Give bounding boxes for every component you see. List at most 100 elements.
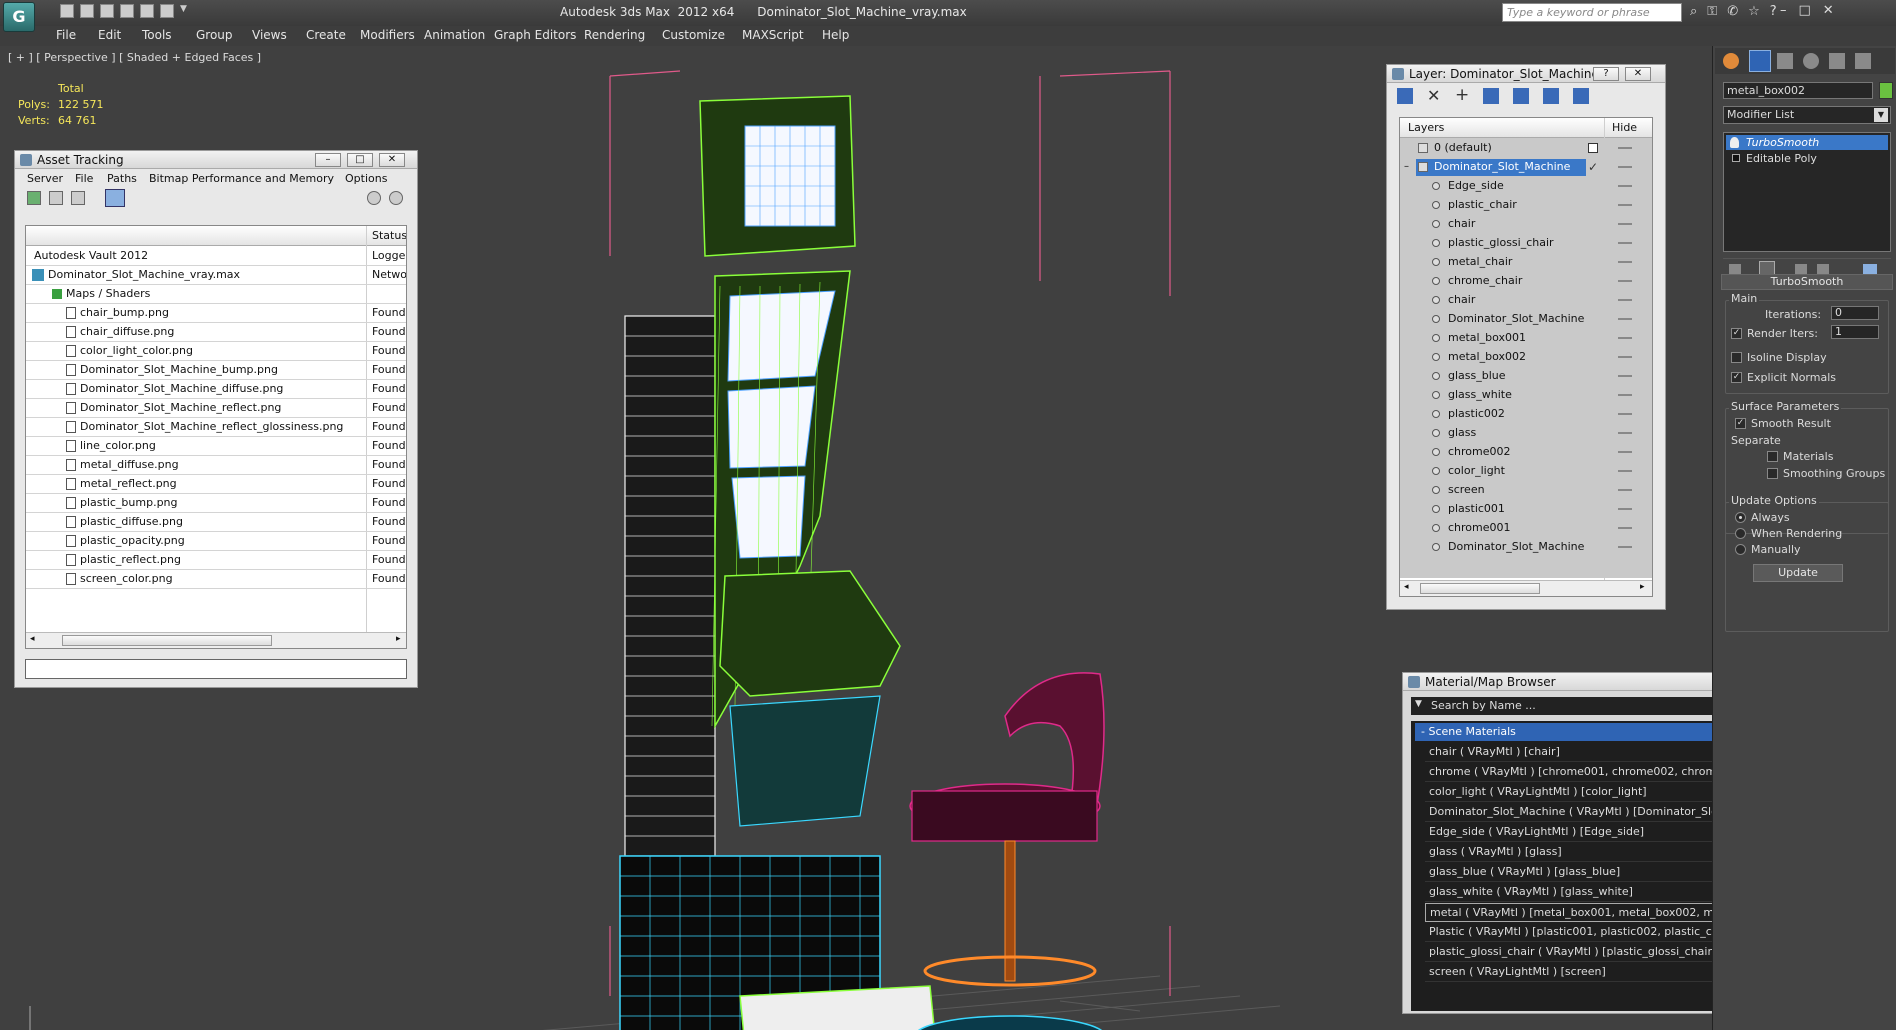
- asset-file-row[interactable]: plastic_reflect.png Found: [26, 551, 406, 570]
- expand-icon[interactable]: [1732, 154, 1740, 162]
- menu-tools[interactable]: Tools: [142, 28, 172, 42]
- col-status[interactable]: Status: [372, 229, 406, 242]
- layer-object-row[interactable]: chair: [1400, 291, 1652, 310]
- favorites-icon[interactable]: ☆: [1748, 4, 1760, 19]
- asset-hscrollbar[interactable]: ◂ ▸: [26, 632, 406, 648]
- scroll-left-icon[interactable]: ◂: [1404, 582, 1409, 592]
- asset-file-row[interactable]: plastic_diffuse.png Found: [26, 513, 406, 532]
- chevron-down-icon[interactable]: ▼: [180, 4, 187, 18]
- freeze-all-icon[interactable]: [1573, 88, 1589, 104]
- render-iters-spinner[interactable]: 1: [1831, 325, 1879, 339]
- asset-file-row[interactable]: Dominator_Slot_Machine_diffuse.png Found: [26, 380, 406, 399]
- layer-manager-title-bar[interactable]: Layer: Dominator_Slot_Machine ? ✕: [1387, 65, 1665, 83]
- close-button[interactable]: ✕: [1625, 67, 1651, 81]
- layer-object-row[interactable]: Edge_side: [1400, 177, 1652, 196]
- separate-materials-checkbox[interactable]: [1767, 451, 1778, 462]
- hide-toggle[interactable]: [1618, 185, 1632, 187]
- close-button[interactable]: ✕: [379, 153, 405, 167]
- menu-options[interactable]: Options: [345, 172, 387, 185]
- layer-row-default[interactable]: 0 (default): [1400, 139, 1652, 158]
- stack-item-editable-poly[interactable]: Editable Poly: [1726, 151, 1888, 166]
- modify-tab-icon[interactable]: [1749, 50, 1771, 72]
- undo-icon[interactable]: [120, 4, 134, 18]
- layer-object-row[interactable]: color_light: [1400, 462, 1652, 481]
- hide-toggle[interactable]: [1618, 337, 1632, 339]
- app-logo-icon[interactable]: G: [3, 2, 35, 32]
- layer-object-row[interactable]: glass_blue: [1400, 367, 1652, 386]
- display-tab-icon[interactable]: [1829, 53, 1845, 69]
- layer-object-row[interactable]: Dominator_Slot_Machine: [1400, 538, 1652, 557]
- layer-object-row[interactable]: screen: [1400, 481, 1652, 500]
- col-hide[interactable]: Hide: [1612, 121, 1637, 134]
- asset-tracking-title-bar[interactable]: Asset Tracking – □ ✕: [15, 151, 417, 169]
- render-iters-checkbox[interactable]: ✓: [1731, 328, 1742, 339]
- manually-radio[interactable]: [1735, 544, 1746, 555]
- layer-object-row[interactable]: glass_white: [1400, 386, 1652, 405]
- object-color-swatch[interactable]: [1879, 82, 1893, 99]
- isoline-display-checkbox[interactable]: [1731, 352, 1742, 363]
- new-file-icon[interactable]: [60, 4, 74, 18]
- utilities-tab-icon[interactable]: [1855, 53, 1871, 69]
- refresh-icon[interactable]: [27, 191, 41, 205]
- hide-toggle[interactable]: [1618, 470, 1632, 472]
- layer-object-row[interactable]: chrome002: [1400, 443, 1652, 462]
- layer-object-row[interactable]: glass: [1400, 424, 1652, 443]
- menu-maxscript[interactable]: MAXScript: [742, 28, 804, 42]
- thumbnail-view-icon[interactable]: [71, 191, 85, 205]
- save-file-icon[interactable]: [100, 4, 114, 18]
- search-field[interactable]: Type a keyword or phrase: [1502, 3, 1682, 22]
- hierarchy-tab-icon[interactable]: [1777, 53, 1793, 69]
- asset-file-row[interactable]: Dominator_Slot_Machine_reflect.png Found: [26, 399, 406, 418]
- separate-smoothing-checkbox[interactable]: [1767, 468, 1778, 479]
- menu-file[interactable]: File: [75, 172, 93, 185]
- layer-object-row[interactable]: chair: [1400, 215, 1652, 234]
- motion-tab-icon[interactable]: [1803, 53, 1819, 69]
- menu-customize[interactable]: Customize: [662, 28, 725, 42]
- menu-views[interactable]: Views: [252, 28, 287, 42]
- new-layer-icon[interactable]: [1397, 88, 1413, 104]
- asset-file-row[interactable]: plastic_bump.png Found: [26, 494, 406, 513]
- hide-toggle[interactable]: [1618, 280, 1632, 282]
- asset-file-row[interactable]: chair_bump.png Found: [26, 304, 406, 323]
- always-radio[interactable]: [1735, 512, 1746, 523]
- layer-hscrollbar[interactable]: ◂ ▸: [1400, 580, 1652, 596]
- asset-row-maps[interactable]: Maps / Shaders: [26, 285, 406, 304]
- minimize-icon[interactable]: –: [1780, 3, 1787, 18]
- menu-help[interactable]: Help: [822, 28, 849, 42]
- material-search-input[interactable]: Search by Name ...: [1431, 699, 1536, 712]
- menu-group[interactable]: Group: [196, 28, 233, 42]
- communication-icon[interactable]: ✆: [1727, 4, 1738, 19]
- help-icon[interactable]: ?: [1770, 4, 1777, 19]
- hide-toggle[interactable]: [1618, 242, 1632, 244]
- layer-row-active[interactable]: – Dominator_Slot_Machine ✓: [1400, 158, 1652, 177]
- asset-file-row[interactable]: metal_reflect.png Found: [26, 475, 406, 494]
- binoculars-icon[interactable]: ⌕: [1690, 4, 1697, 19]
- layer-object-row[interactable]: metal_box001: [1400, 329, 1652, 348]
- asset-file-row[interactable]: Dominator_Slot_Machine_reflect_glossines…: [26, 418, 406, 437]
- menu-create[interactable]: Create: [306, 28, 346, 42]
- asset-row-max-file[interactable]: Dominator_Slot_Machine_vray.max Network: [26, 266, 406, 285]
- menu-bitmap-performance[interactable]: Bitmap Performance and Memory: [149, 172, 334, 185]
- layer-object-row[interactable]: metal_chair: [1400, 253, 1652, 272]
- hide-toggle[interactable]: [1618, 546, 1632, 548]
- menu-graph-editors[interactable]: Graph Editors: [494, 28, 576, 42]
- close-icon[interactable]: ✕: [1823, 3, 1834, 18]
- hide-toggle[interactable]: [1618, 204, 1632, 206]
- hide-toggle[interactable]: [1618, 451, 1632, 453]
- turbosmooth-rollout-header[interactable]: TurboSmooth: [1721, 274, 1893, 290]
- layer-object-row[interactable]: Dominator_Slot_Machine: [1400, 310, 1652, 329]
- hide-toggle[interactable]: [1618, 166, 1632, 168]
- hide-toggle[interactable]: [1618, 508, 1632, 510]
- asset-file-row[interactable]: chair_diffuse.png Found: [26, 323, 406, 342]
- scroll-right-icon[interactable]: ▸: [1640, 582, 1645, 592]
- hide-toggle[interactable]: [1618, 432, 1632, 434]
- add-to-layer-icon[interactable]: +: [1455, 85, 1469, 105]
- hide-toggle[interactable]: [1618, 527, 1632, 529]
- maximize-icon[interactable]: □: [1799, 3, 1811, 18]
- object-name-field[interactable]: metal_box002: [1723, 82, 1873, 99]
- delete-layer-icon[interactable]: ✕: [1427, 86, 1440, 105]
- asset-file-row[interactable]: color_light_color.png Found: [26, 342, 406, 361]
- modifier-list-dropdown[interactable]: Modifier List ▼: [1723, 106, 1891, 124]
- create-tab-icon[interactable]: [1723, 53, 1739, 69]
- asset-file-row[interactable]: Dominator_Slot_Machine_bump.png Found: [26, 361, 406, 380]
